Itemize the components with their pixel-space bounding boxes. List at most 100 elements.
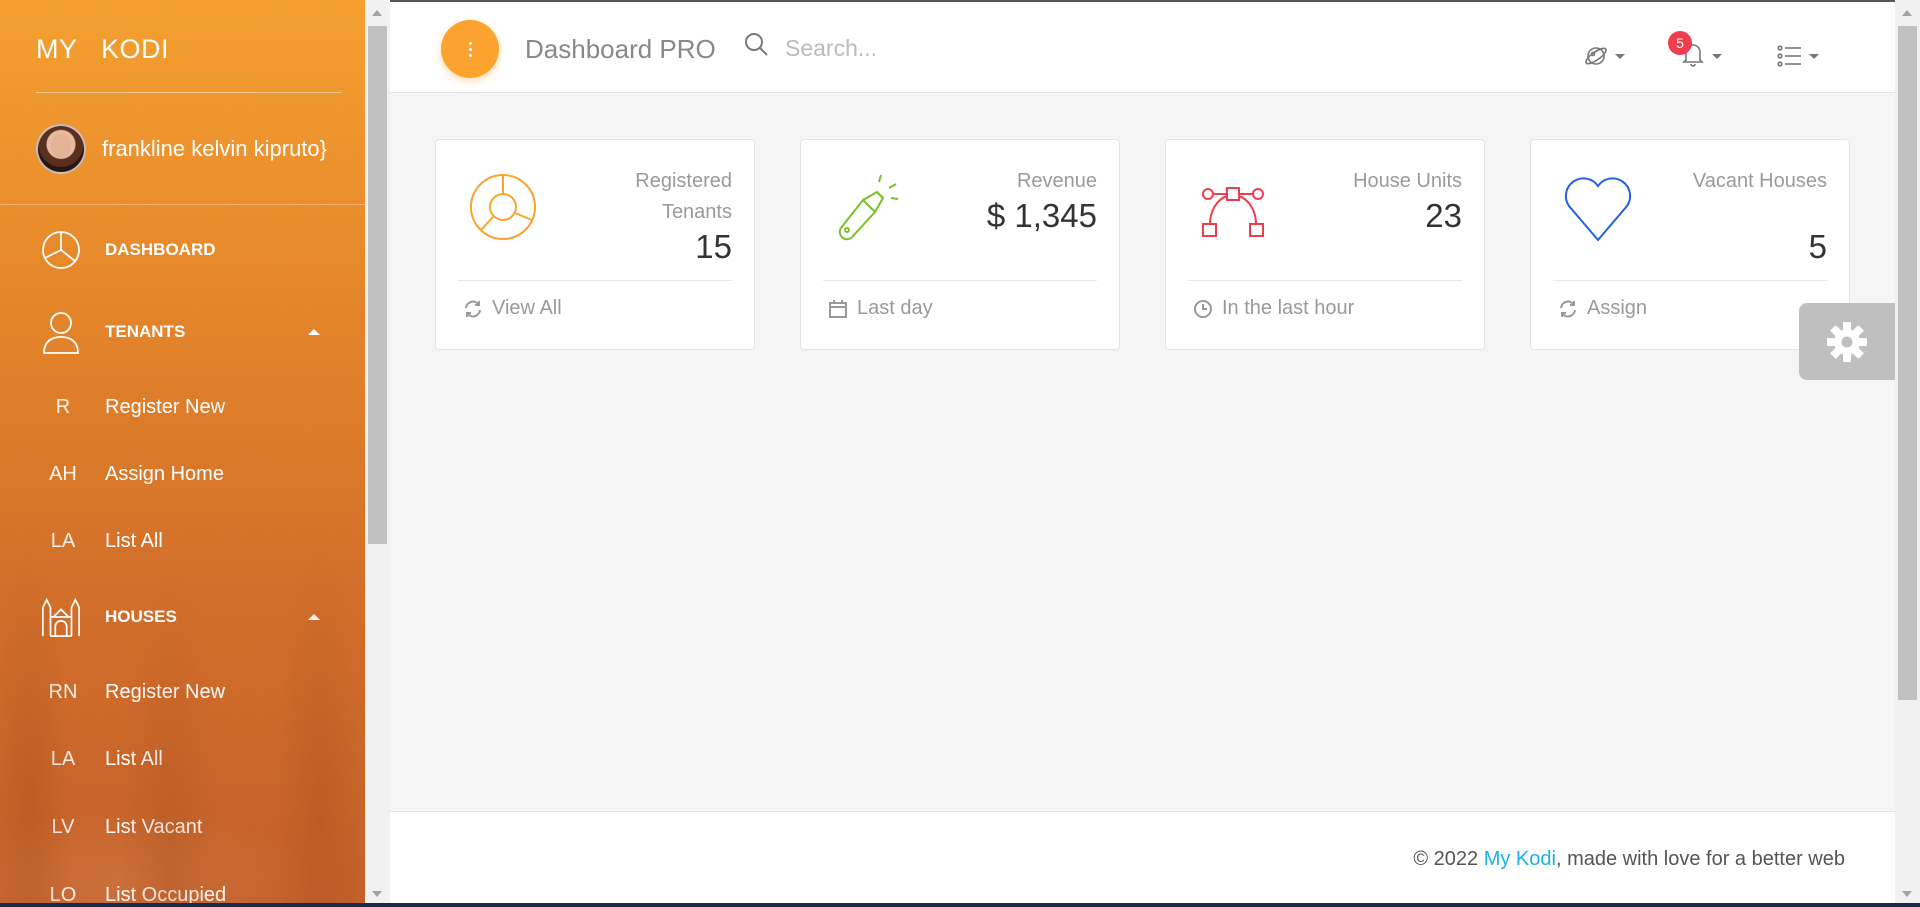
card-footer-link[interactable]: Assign — [1558, 297, 1647, 320]
sidebar-subitem-list-vacant[interactable]: LV List Vacant — [0, 816, 365, 839]
refresh-icon — [1560, 300, 1576, 317]
footer-suffix: , made with love for a better web — [1555, 848, 1845, 870]
fixed-settings-button[interactable] — [1799, 303, 1895, 380]
sidebar-scrollbar[interactable] — [365, 0, 390, 907]
search-icon[interactable] — [744, 32, 770, 58]
card-value: 23 — [1425, 197, 1462, 234]
dot-icon — [468, 53, 472, 57]
subitem-abbr: RN — [48, 681, 78, 703]
page-footer: © 2022 My Kodi, made with love for a bet… — [390, 811, 1895, 907]
planet-icon — [1585, 47, 1607, 65]
caret-down-icon — [1615, 53, 1625, 59]
user-profile[interactable]: frankline kelvin kipruto} — [36, 124, 327, 174]
scrollbar-thumb[interactable] — [368, 26, 387, 544]
scrollbar-thumb[interactable] — [1898, 26, 1917, 700]
sidebar-item-houses[interactable]: HOUSES — [0, 596, 365, 638]
brand-logo[interactable]: MY KODI — [36, 34, 169, 65]
sidebar-subitem-list-all-tenants[interactable]: LA List All — [0, 530, 365, 553]
card-footer-link[interactable]: In the last hour — [1193, 297, 1354, 320]
sidebar-subitem-assign-home[interactable]: AH Assign Home — [0, 463, 365, 486]
card-footer-link[interactable]: Last day — [828, 297, 933, 320]
subitem-label: List All — [105, 530, 163, 552]
card-divider — [1553, 280, 1827, 281]
page-scrollbar[interactable] — [1895, 0, 1920, 907]
scroll-up-arrow-icon[interactable] — [1902, 10, 1912, 16]
stat-card-revenue: Revenue $ 1,345 Last day — [800, 139, 1120, 350]
sidebar-subitem-list-all-houses[interactable]: LA List All — [0, 748, 365, 771]
list-icon — [1777, 45, 1801, 67]
sidebar-subitem-register-house[interactable]: RN Register New — [0, 681, 365, 704]
card-footer-text: Assign — [1587, 297, 1648, 319]
sidebar-subitem-register-tenant[interactable]: R Register New — [0, 396, 365, 419]
card-footer-link[interactable]: View All — [463, 297, 562, 320]
sidebar-item-label: HOUSES — [105, 607, 177, 626]
subitem-abbr: LA — [50, 748, 76, 770]
settings-list-button[interactable] — [1777, 40, 1819, 72]
card-footer-text: Last day — [857, 297, 933, 319]
sidebar-item-label: TENANTS — [105, 322, 186, 341]
caret-down-icon — [1809, 53, 1819, 59]
user-name: frankline kelvin kipruto} — [102, 136, 328, 161]
main-panel: Dashboard PRO 5 — [390, 0, 1895, 907]
card-divider — [823, 280, 1097, 281]
sidebar: MY KODI frankline kelvin kipruto} DASHBO… — [0, 0, 365, 907]
card-footer-text: In the last hour — [1222, 297, 1355, 319]
card-category: Revenue — [1016, 170, 1097, 192]
subitem-abbr: LV — [51, 816, 75, 838]
card-value: 5 — [1808, 228, 1827, 265]
card-divider — [458, 280, 732, 281]
notification-badge: 5 — [1668, 30, 1692, 55]
gear-icon — [1827, 321, 1867, 362]
sidebar-item-label: DASHBOARD — [105, 240, 216, 259]
card-value: $ 1,345 — [986, 197, 1097, 234]
top-navbar: Dashboard PRO 5 — [390, 0, 1895, 93]
subitem-abbr: R — [55, 396, 71, 418]
vector-icon — [1202, 187, 1264, 237]
scroll-down-arrow-icon[interactable] — [1902, 891, 1912, 897]
refresh-icon — [465, 300, 481, 317]
notifications-button[interactable]: 5 — [1668, 30, 1722, 72]
sidebar-item-dashboard[interactable]: DASHBOARD — [0, 229, 365, 271]
brand-divider — [36, 92, 342, 93]
footer-copyright: © 2022 My Kodi, made with love for a bet… — [1413, 848, 1845, 871]
subitem-abbr: LA — [50, 530, 76, 552]
chart-pie-icon — [470, 174, 536, 240]
card-category: House Units — [1353, 170, 1462, 192]
scroll-up-arrow-icon[interactable] — [372, 10, 382, 16]
card-category: Vacant Houses — [1692, 170, 1827, 192]
card-value: 15 — [695, 228, 732, 265]
scroll-down-arrow-icon[interactable] — [372, 891, 382, 897]
flashlight-icon — [838, 174, 899, 241]
dot-icon — [468, 41, 472, 45]
card-footer-text: View All — [492, 297, 562, 319]
bell-wrapper: 5 — [1668, 30, 1706, 72]
user-icon — [40, 311, 82, 354]
card-divider — [1188, 280, 1462, 281]
clock-icon — [1194, 299, 1212, 318]
stats-dropdown-button[interactable] — [1583, 40, 1625, 72]
window-bottom-edge — [0, 903, 1920, 907]
user-divider — [0, 204, 365, 205]
footer-brand-link[interactable]: My Kodi — [1484, 848, 1556, 870]
caret-up-icon — [308, 329, 320, 335]
footer-prefix: © 2022 — [1413, 848, 1484, 870]
mosque-icon — [40, 596, 82, 638]
subitem-label: List Vacant — [105, 816, 203, 838]
dot-icon — [468, 47, 472, 51]
chart-pie-icon — [40, 229, 82, 271]
sidebar-item-tenants[interactable]: TENANTS — [0, 311, 365, 354]
calendar-icon — [829, 299, 847, 318]
heart-icon — [1564, 177, 1632, 242]
subitem-label: Register New — [105, 681, 226, 703]
subitem-label: Register New — [105, 396, 226, 418]
caret-down-icon — [1712, 53, 1722, 59]
stat-card-tenants: Registered Tenants 15 View All — [435, 139, 755, 350]
subitem-label: Assign Home — [105, 463, 224, 485]
page-title[interactable]: Dashboard PRO — [525, 34, 716, 65]
subitem-abbr: AH — [49, 463, 77, 485]
menu-toggle-button[interactable] — [441, 20, 499, 78]
avatar — [36, 124, 86, 174]
stat-card-house-units: House Units 23 In the last hour — [1165, 139, 1485, 350]
search-input[interactable] — [785, 30, 1085, 66]
caret-up-icon — [308, 614, 320, 620]
